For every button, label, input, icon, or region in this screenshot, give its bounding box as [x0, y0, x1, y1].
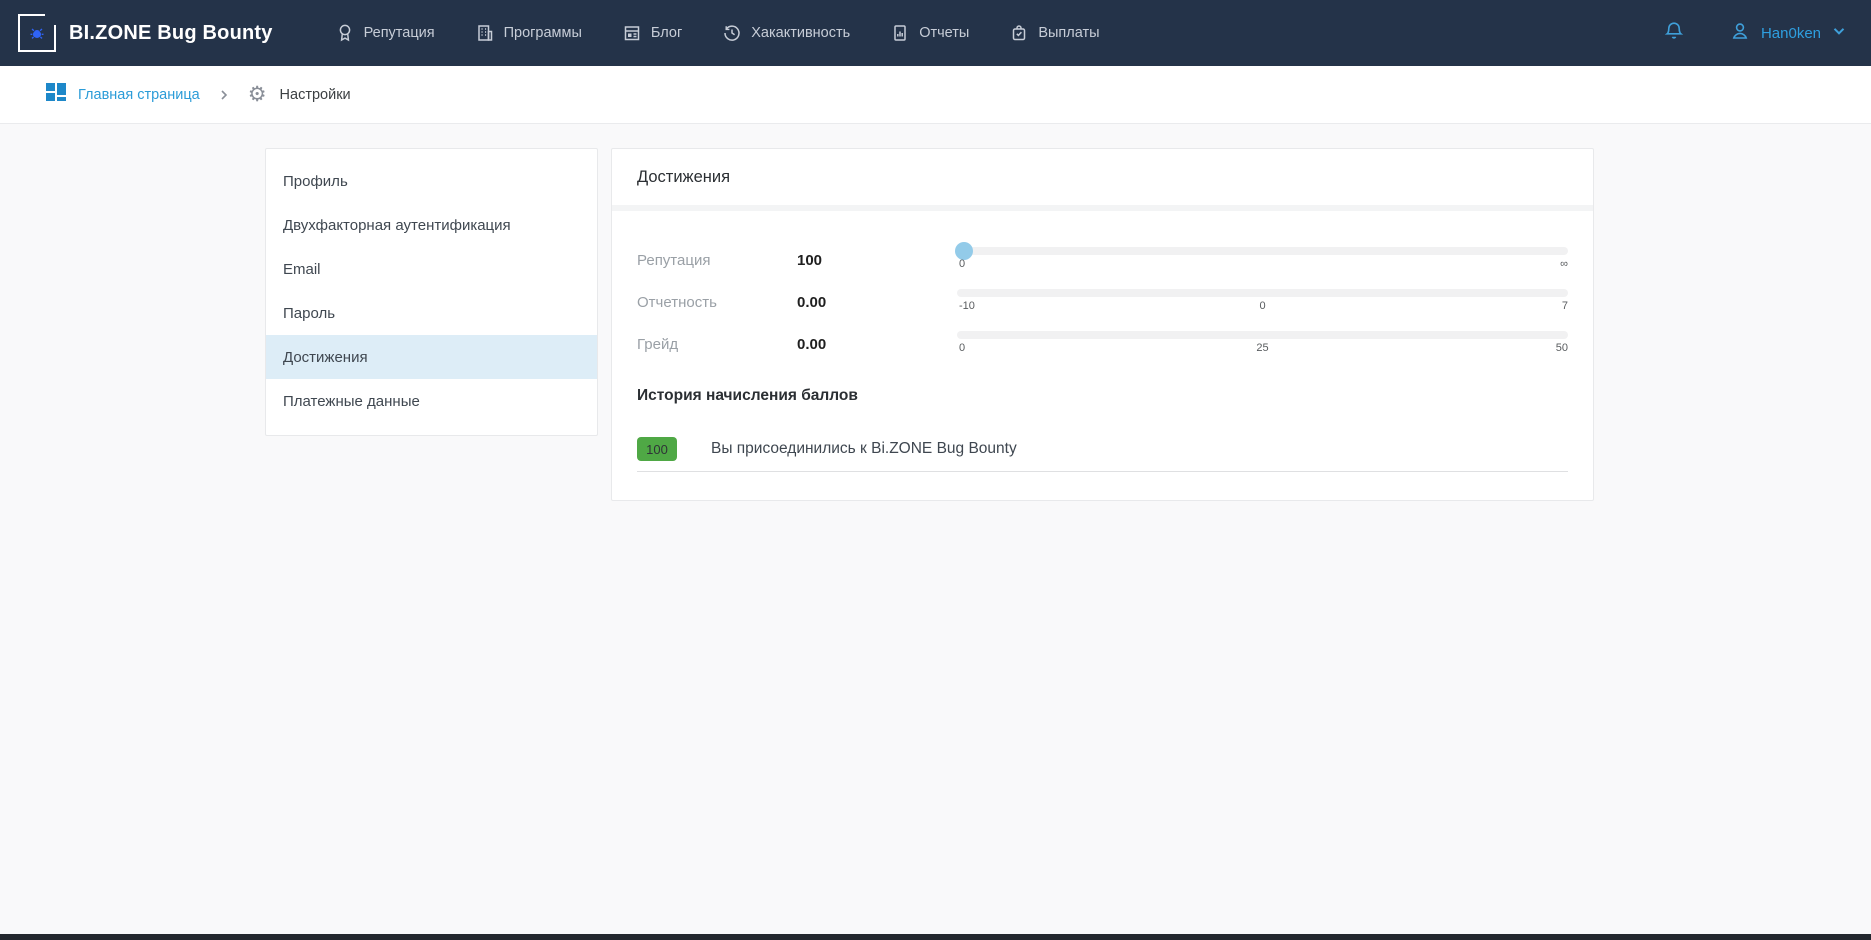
breadcrumb-current: ⚙ Настройки [248, 84, 351, 105]
footer-strip [0, 934, 1871, 940]
grade-slider: 0 25 50 [957, 331, 1568, 357]
nav-item-reputation[interactable]: Репутация [335, 23, 435, 43]
breadcrumb-home[interactable]: Главная страница [45, 81, 200, 108]
nav-menu: Репутация Программы Блог [335, 23, 1100, 43]
points-badge: 100 [637, 437, 677, 461]
bug-icon [28, 24, 46, 42]
chevron-down-icon [1831, 23, 1847, 44]
metric-value: 100 [797, 252, 957, 269]
nav-item-reports[interactable]: Отчеты [890, 23, 969, 43]
nav-item-label: Отчеты [919, 25, 969, 41]
metric-row-reporting: Отчетность 0.00 -10 0 7 [637, 289, 1568, 315]
metric-row-reputation: Репутация 100 0 ∞ [637, 247, 1568, 273]
user-icon [1729, 20, 1751, 47]
brand-logo[interactable]: BI.ZONE Bug Bounty [18, 14, 273, 52]
nav-item-label: Хакактивность [751, 25, 850, 41]
scale-max: ∞ [1560, 258, 1568, 270]
sidebar-item-profile[interactable]: Профиль [266, 159, 597, 203]
payments-icon [1009, 23, 1029, 43]
scale-min: 0 [959, 258, 965, 270]
sidebar-item-password[interactable]: Пароль [266, 291, 597, 335]
sidebar-item-email[interactable]: Email [266, 247, 597, 291]
slider-scale: 0 ∞ [957, 258, 1568, 273]
reporting-slider: -10 0 7 [957, 289, 1568, 315]
bizone-logo-icon [18, 14, 56, 52]
slider-track [957, 289, 1568, 297]
metric-label: Репутация [637, 252, 797, 269]
reputation-slider: 0 ∞ [957, 247, 1568, 273]
scale-max: 7 [1562, 300, 1568, 312]
nav-item-label: Репутация [364, 25, 435, 41]
slider-track [957, 247, 1568, 255]
nav-item-payments[interactable]: Выплаты [1009, 23, 1099, 43]
logo-notch [45, 13, 57, 25]
report-icon [890, 23, 910, 43]
history-entry: 100 Вы присоединились к Bi.ZONE Bug Boun… [637, 437, 1568, 472]
breadcrumb: Главная страница ⚙ Настройки [0, 66, 1871, 124]
metric-value: 0.00 [797, 294, 957, 311]
nav-item-blog[interactable]: Блог [622, 23, 682, 43]
sidebar-item-achievements[interactable]: Достижения [266, 335, 597, 379]
nav-right: Han0ken [1663, 20, 1847, 47]
chevron-right-icon [218, 89, 230, 101]
scale-mid: 0 [1259, 300, 1265, 312]
newspaper-icon [622, 23, 642, 43]
card-title: Достижения [612, 149, 1593, 211]
nav-item-label: Программы [504, 25, 582, 41]
nav-item-programs[interactable]: Программы [475, 23, 582, 43]
user-menu[interactable]: Han0ken [1729, 20, 1847, 47]
breadcrumb-current-label: Настройки [280, 87, 351, 103]
metric-label: Отчетность [637, 294, 797, 311]
slider-track [957, 331, 1568, 339]
achievements-card: Достижения Репутация 100 0 ∞ Отчетность … [611, 148, 1594, 501]
sidebar-item-payment-details[interactable]: Платежные данные [266, 379, 597, 423]
medal-icon [335, 23, 355, 43]
metric-row-grade: Грейд 0.00 0 25 50 [637, 331, 1568, 357]
slider-scale: 0 25 50 [957, 342, 1568, 357]
settings-sidebar: Профиль Двухфакторная аутентификация Ema… [265, 148, 598, 436]
nav-item-hacktivity[interactable]: Хакактивность [722, 23, 850, 43]
metric-value: 0.00 [797, 336, 957, 353]
building-icon [475, 23, 495, 43]
brand-name: BI.ZONE Bug Bounty [69, 22, 273, 45]
nav-item-label: Выплаты [1038, 25, 1099, 41]
nav-item-label: Блог [651, 25, 682, 41]
slider-scale: -10 0 7 [957, 300, 1568, 315]
card-body: Репутация 100 0 ∞ Отчетность 0.00 -10 [612, 211, 1593, 500]
scale-min: -10 [959, 300, 975, 312]
gear-icon: ⚙ [248, 84, 267, 105]
user-name: Han0ken [1761, 25, 1821, 42]
notifications-bell-icon[interactable] [1663, 20, 1685, 47]
metric-label: Грейд [637, 336, 797, 353]
scale-max: 50 [1556, 342, 1568, 354]
dashboard-grid-icon [45, 81, 67, 108]
scale-mid: 25 [1256, 342, 1268, 354]
history-entry-text: Вы присоединились к Bi.ZONE Bug Bounty [711, 440, 1017, 458]
scale-min: 0 [959, 342, 965, 354]
history-icon [722, 23, 742, 43]
breadcrumb-home-link[interactable]: Главная страница [78, 87, 200, 103]
history-title: История начисления баллов [637, 387, 1568, 405]
sidebar-item-2fa[interactable]: Двухфакторная аутентификация [266, 203, 597, 247]
top-navbar: BI.ZONE Bug Bounty Репутация Программы [0, 0, 1871, 66]
